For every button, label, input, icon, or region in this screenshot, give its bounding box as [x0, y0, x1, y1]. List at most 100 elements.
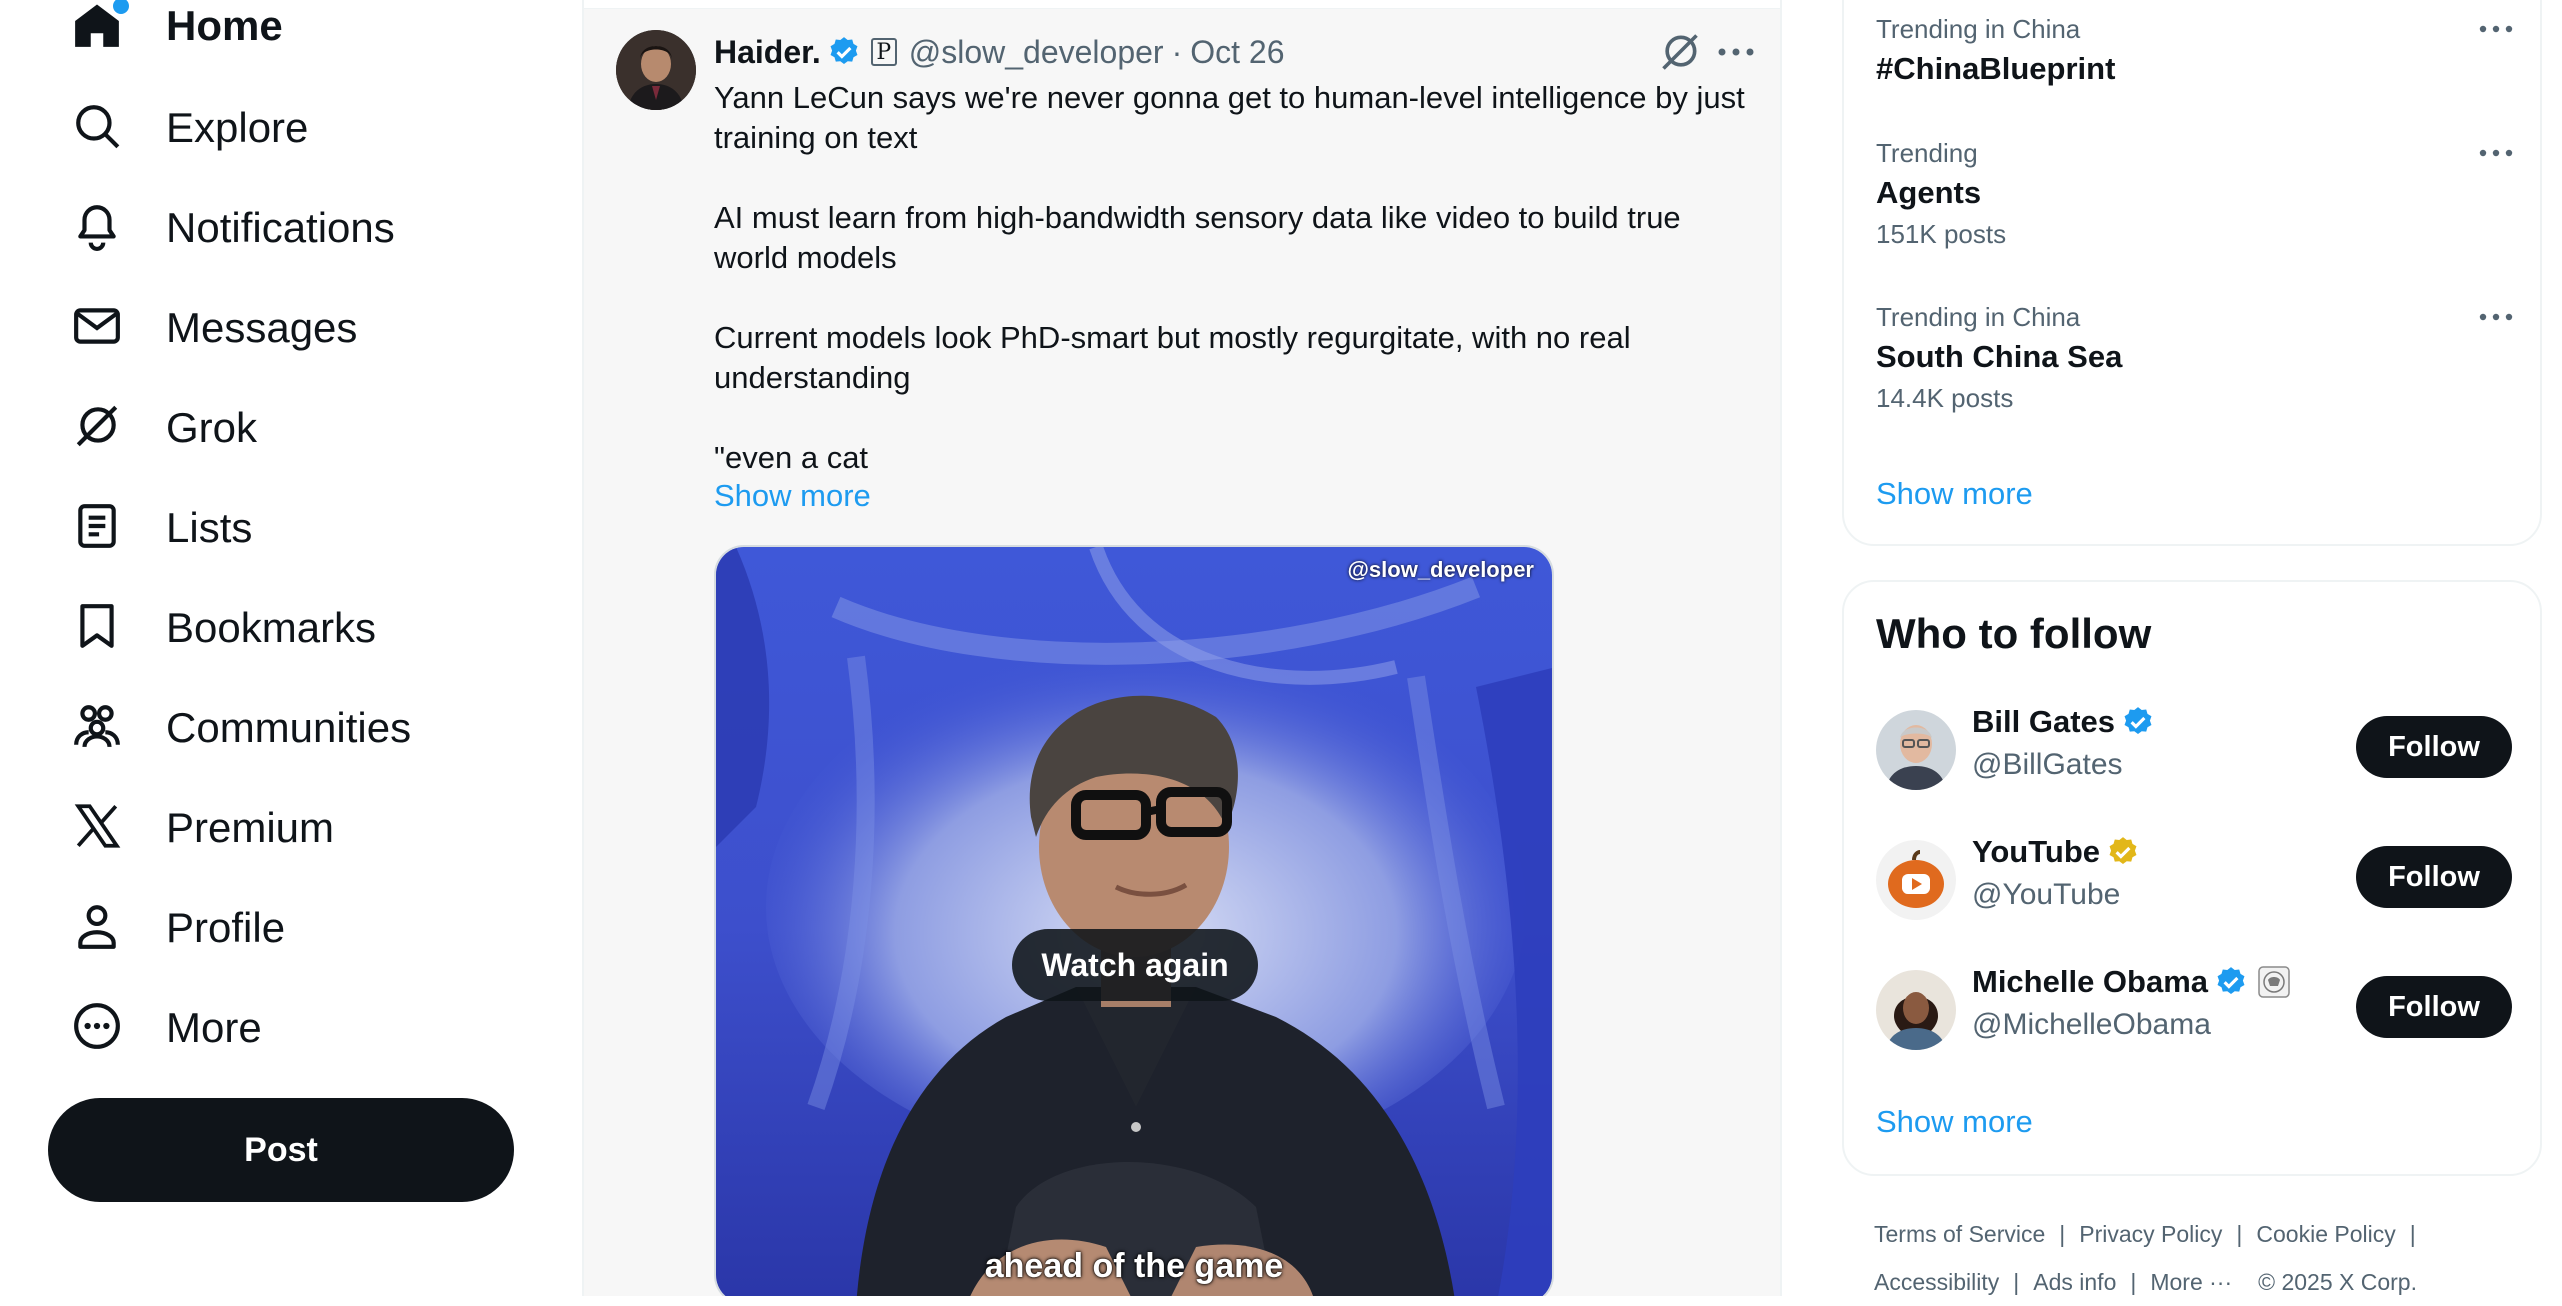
nav-bookmarks[interactable]: Bookmarks	[72, 588, 376, 668]
people-icon	[72, 701, 122, 756]
footer-divider: |	[2409, 1221, 2416, 1247]
footer-links: Terms of Service | Privacy Policy | Cookie P…	[1874, 1210, 2514, 1306]
trending-show-more[interactable]: Show more	[1876, 476, 2033, 512]
notification-dot	[110, 0, 132, 17]
follow-suggestion[interactable]: YouTube @YouTube Follow	[1876, 834, 2512, 924]
trend-item[interactable]: Trending in China South China Sea 14.4K …	[1876, 302, 2516, 414]
trend-meta: Trending	[1876, 138, 1978, 168]
nav-lists[interactable]: Lists	[72, 488, 252, 568]
more-circle-icon	[72, 1001, 122, 1056]
follow-button[interactable]: Follow	[2356, 976, 2512, 1038]
trend-item[interactable]: Trending Agents 151K posts	[1876, 138, 2516, 250]
trend-meta: Trending in China	[1876, 302, 2081, 332]
footer-link-more[interactable]: More ···	[2150, 1269, 2232, 1295]
nav-label: Notifications	[166, 204, 395, 251]
home-icon	[72, 0, 132, 51]
footer-divider: |	[2013, 1269, 2020, 1295]
follow-button[interactable]: Follow	[2356, 846, 2512, 908]
avatar[interactable]	[1876, 710, 1956, 790]
tweet-header: Haider. P @slow_developer · Oct 26	[714, 28, 1284, 76]
nav-label: Messages	[166, 304, 358, 351]
nav-explore[interactable]: Explore	[72, 88, 308, 168]
nav-profile[interactable]: Profile	[72, 888, 285, 968]
nav-premium[interactable]: Premium	[72, 788, 334, 868]
tweet-date[interactable]: Oct 26	[1190, 34, 1284, 71]
account-name-text: Bill Gates	[1972, 704, 2115, 739]
trend-item[interactable]: Trending in China #ChinaBlueprint	[1876, 14, 2516, 87]
trend-count: 151K posts	[1876, 219, 2007, 249]
nav-label: Bookmarks	[166, 604, 377, 651]
nav-label: Profile	[166, 904, 286, 951]
footer-link-cookies[interactable]: Cookie Policy	[2256, 1221, 2395, 1247]
avatar[interactable]	[1876, 970, 1956, 1050]
verified-gold-badge-icon	[2109, 837, 2137, 865]
author-avatar[interactable]	[616, 30, 696, 110]
main-timeline: Haider. P @slow_developer · Oct 26 Yann …	[582, 0, 1782, 1296]
nav-messages[interactable]: Messages	[72, 288, 357, 368]
footer-link-privacy[interactable]: Privacy Policy	[2079, 1221, 2222, 1247]
account-name-text: Michelle Obama	[1972, 964, 2209, 999]
watch-again-button[interactable]: Watch again	[1012, 929, 1258, 1001]
video-watermark: @slow_developer	[1347, 557, 1534, 582]
x-logo-icon	[72, 801, 122, 856]
right-sidebar: Trending in China #ChinaBlueprint Trendi…	[1782, 0, 2562, 1296]
account-name[interactable]: Bill Gates	[1972, 704, 2155, 740]
who-to-follow-show-more[interactable]: Show more	[1876, 1104, 2033, 1140]
trend-title: South China Sea	[1876, 339, 2123, 374]
nav-more[interactable]: More	[72, 988, 262, 1068]
author-name[interactable]: Haider.	[714, 34, 821, 71]
nav-communities[interactable]: Communities	[72, 688, 411, 768]
account-name-text: YouTube	[1972, 834, 2100, 869]
trending-panel: Trending in China #ChinaBlueprint Trendi…	[1842, 0, 2542, 546]
nav-label: Premium	[166, 804, 335, 851]
footer-copyright: © 2025 X Corp.	[2258, 1269, 2417, 1295]
more-options-icon[interactable]	[2476, 138, 2516, 168]
post-button[interactable]: Post	[48, 1098, 514, 1202]
verified-badge-icon	[830, 37, 858, 65]
author-handle[interactable]: @slow_developer	[909, 34, 1164, 71]
government-seal-icon	[2258, 966, 2290, 998]
nav-home[interactable]: Home	[72, 0, 283, 66]
more-options-icon[interactable]	[2476, 302, 2516, 332]
show-more-link[interactable]: Show more	[714, 478, 871, 514]
bookmark-icon	[72, 601, 122, 656]
trend-meta: Trending in China	[1876, 14, 2081, 44]
trend-count: 14.4K posts	[1876, 383, 2014, 413]
follow-suggestion[interactable]: Michelle Obama @MichelleObama Follow	[1876, 964, 2512, 1054]
nav-notifications[interactable]: Notifications	[72, 188, 395, 268]
follow-suggestion[interactable]: Bill Gates @BillGates Follow	[1876, 704, 2512, 794]
bell-icon	[72, 201, 122, 256]
footer-divider: |	[2236, 1221, 2243, 1247]
more-options-icon[interactable]	[1714, 34, 1758, 70]
avatar[interactable]	[1876, 840, 1956, 920]
video-frame	[716, 547, 1552, 1296]
account-name[interactable]: Michelle Obama	[1972, 964, 2290, 1000]
account-handle[interactable]: @BillGates	[1972, 748, 2123, 782]
tweet-paragraph: Yann LeCun says we're never gonna get to…	[714, 80, 1745, 155]
nav-label: Home	[166, 2, 283, 49]
more-options-icon[interactable]	[2476, 14, 2516, 44]
footer-link-accessibility[interactable]: Accessibility	[1874, 1269, 1999, 1295]
affiliate-badge-icon: P	[870, 38, 897, 66]
nav-label: More	[166, 1004, 262, 1051]
previous-post-edge	[584, 0, 1780, 9]
list-icon	[72, 501, 122, 556]
footer-divider: |	[2130, 1269, 2137, 1295]
account-handle[interactable]: @YouTube	[1972, 878, 2120, 912]
grok-icon	[72, 401, 122, 456]
search-icon	[72, 101, 122, 156]
header-separator: ·	[1171, 33, 1183, 70]
follow-button[interactable]: Follow	[2356, 716, 2512, 778]
account-handle[interactable]: @MichelleObama	[1972, 1008, 2211, 1042]
tweet-video[interactable]: @slow_developer Watch again ahead of the…	[714, 545, 1554, 1296]
nav-grok[interactable]: Grok	[72, 388, 257, 468]
grok-icon[interactable]	[1658, 30, 1702, 74]
tweet-paragraph: AI must learn from high-bandwidth sensor…	[714, 200, 1681, 275]
footer-link-terms[interactable]: Terms of Service	[1874, 1221, 2045, 1247]
tweet-paragraph: "even a cat	[714, 440, 869, 475]
who-to-follow-panel: Who to follow Bill Gates @BillGates Foll…	[1842, 580, 2542, 1176]
footer-link-ads-info[interactable]: Ads info	[2033, 1269, 2116, 1295]
tweet-paragraph: Current models look PhD-smart but mostly…	[714, 320, 1631, 395]
trend-title: Agents	[1876, 175, 1982, 210]
account-name[interactable]: YouTube	[1972, 834, 2140, 870]
